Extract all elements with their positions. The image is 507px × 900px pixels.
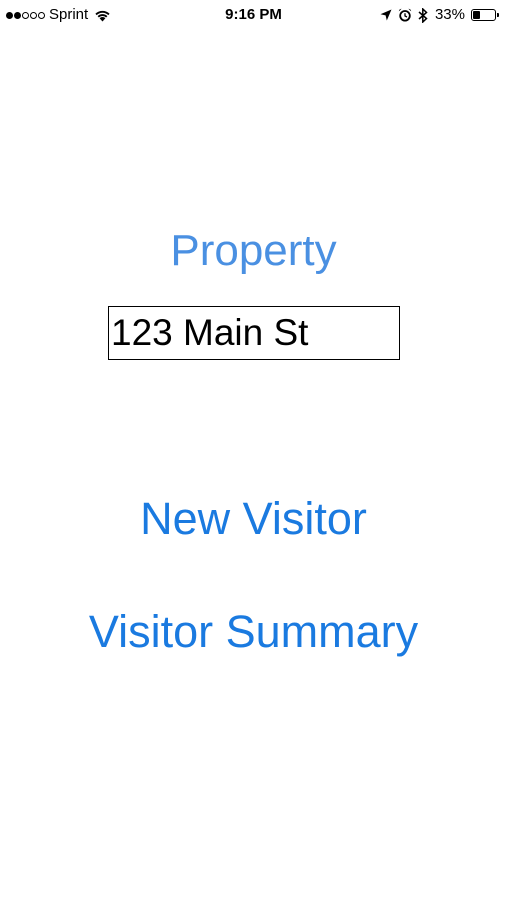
- location-arrow-icon: [380, 9, 392, 21]
- status-right: 33%: [380, 6, 499, 24]
- visitor-summary-button[interactable]: Visitor Summary: [0, 604, 507, 660]
- battery-level-fill: [473, 11, 480, 19]
- alarm-clock-icon: [398, 8, 412, 22]
- new-visitor-button[interactable]: New Visitor: [0, 491, 507, 547]
- status-bar: Sprint 9:16 PM 33%: [0, 0, 507, 30]
- property-label: Property: [170, 226, 337, 275]
- property-address-input[interactable]: [108, 306, 400, 360]
- bluetooth-icon: [418, 7, 428, 23]
- battery-icon: [471, 9, 499, 21]
- battery-percentage: 33%: [434, 6, 465, 23]
